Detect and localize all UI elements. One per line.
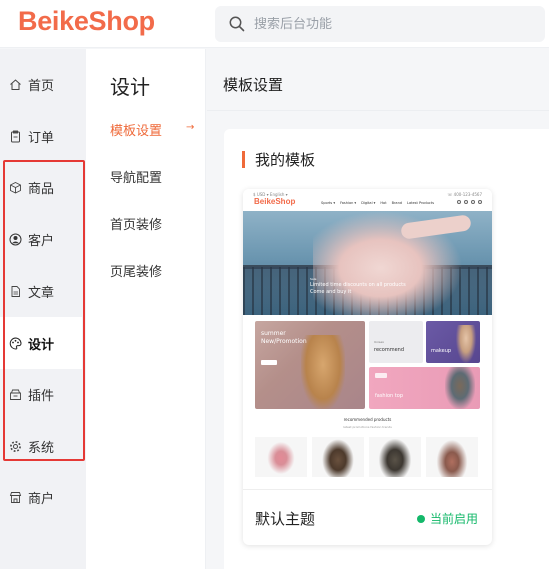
sidebar-item-merchants[interactable]: 商户 bbox=[0, 474, 86, 520]
sidebar-item-label: 首页 bbox=[28, 78, 55, 94]
card-title: 我的模板 bbox=[255, 151, 316, 169]
my-templates-card: 我的模板 $ USD ▾ English ▾ ☏ 400-123-4567 Be… bbox=[224, 129, 549, 569]
sidebar-item-label: 设计 bbox=[28, 337, 55, 353]
sidebar-item-articles[interactable]: 文章 bbox=[0, 268, 86, 314]
sidebar-item-label: 商户 bbox=[28, 491, 55, 507]
design-submenu: 设计 模板设置 → 导航配置 首页装修 页尾装修 bbox=[86, 49, 206, 569]
preview-tile-makeup: makeup bbox=[426, 321, 480, 363]
hero-line1: Limited time discounts on all products bbox=[310, 282, 406, 288]
recommended-tabs: latest promotions fashion trends bbox=[343, 425, 392, 429]
hero-caption: Limited time discounts on all products C… bbox=[310, 282, 406, 296]
template-footer: 默认主题 当前启用 bbox=[243, 489, 492, 545]
preview-nav-item: Fashion ▾ bbox=[340, 201, 357, 205]
sidebar-item-products[interactable]: 商品 bbox=[0, 164, 86, 210]
tile-line1: summer bbox=[261, 330, 286, 337]
status-dot-icon bbox=[417, 514, 425, 523]
sidebar-item-home[interactable]: 首页 bbox=[0, 61, 86, 107]
top-header: BeikeShop bbox=[0, 0, 549, 48]
recommended-title: recommended products bbox=[343, 417, 392, 422]
plugin-icon bbox=[8, 387, 22, 401]
document-icon bbox=[8, 284, 22, 298]
product-thumb bbox=[369, 437, 421, 477]
sidebar-item-label: 文章 bbox=[28, 285, 55, 301]
main-content: 模板设置 我的模板 $ USD ▾ English ▾ ☏ 400-123-45… bbox=[207, 49, 549, 569]
tile-tag bbox=[375, 373, 387, 378]
hero-line2: Come and buy it bbox=[310, 289, 352, 295]
preview-nav-item: Hot bbox=[380, 201, 387, 205]
preview-nav-icons bbox=[457, 200, 482, 204]
sidebar-item-design[interactable]: 设计 bbox=[0, 317, 82, 369]
page-title: 模板设置 bbox=[223, 76, 284, 94]
status-badge: 当前启用 bbox=[417, 510, 478, 527]
sidebar-item-orders[interactable]: 订单 bbox=[0, 113, 86, 159]
sidebar-item-system[interactable]: 系统 bbox=[0, 423, 86, 469]
search-icon bbox=[229, 16, 245, 32]
gear-icon bbox=[8, 439, 22, 453]
tile-small: Unisex bbox=[374, 340, 385, 344]
template-preview[interactable]: $ USD ▾ English ▾ ☏ 400-123-4567 BeikeSh… bbox=[243, 189, 492, 489]
sidebar-item-label: 订单 bbox=[28, 130, 55, 146]
tile-caption: makeup bbox=[431, 348, 452, 354]
preview-tile-fashion: fashion top bbox=[369, 367, 480, 409]
preview-nav: Sports ▾ Fashion ▾ Digital ▾ Hot Brand L… bbox=[321, 201, 434, 205]
search-input[interactable] bbox=[254, 16, 514, 32]
sidebar-item-label: 插件 bbox=[28, 388, 55, 404]
search-bar[interactable] bbox=[215, 6, 545, 42]
tile-caption: recommend bbox=[374, 347, 404, 353]
sidebar-item-plugins[interactable]: 插件 bbox=[0, 371, 86, 417]
product-thumb bbox=[255, 437, 307, 477]
preview-nav-item: Brand bbox=[391, 201, 403, 205]
model-image bbox=[456, 325, 476, 363]
home-icon bbox=[8, 77, 22, 91]
submenu-item-footer-decor[interactable]: 页尾装修 bbox=[110, 261, 200, 280]
template-name: 默认主题 bbox=[255, 510, 316, 528]
sidebar-item-label: 客户 bbox=[28, 233, 55, 249]
model-image bbox=[445, 367, 475, 409]
submenu-title: 设计 bbox=[110, 75, 150, 99]
sidebar-item-customers[interactable]: 客户 bbox=[0, 216, 86, 262]
brand-logo[interactable]: BeikeShop bbox=[18, 6, 155, 37]
divider bbox=[207, 110, 549, 111]
tile-line2: New/Promotion bbox=[261, 338, 307, 345]
clipboard-icon bbox=[8, 129, 22, 143]
preview-nav-item: Digital ▾ bbox=[361, 201, 376, 205]
preview-tile-recommend: Unisex recommend bbox=[369, 321, 423, 363]
tile-button bbox=[261, 360, 277, 365]
title-accent-bar bbox=[242, 151, 245, 168]
tile-caption: fashion top bbox=[375, 393, 403, 399]
status-label: 当前启用 bbox=[430, 512, 479, 526]
submenu-item-navigation[interactable]: 导航配置 bbox=[110, 167, 200, 186]
preview-phone: ☏ 400-123-4567 bbox=[447, 191, 482, 197]
arrow-right-icon: → bbox=[186, 122, 195, 133]
product-thumb bbox=[426, 437, 478, 477]
palette-icon bbox=[8, 336, 22, 350]
box-icon bbox=[8, 180, 22, 194]
sidebar-item-label: 商品 bbox=[28, 181, 55, 197]
submenu-item-homepage-decor[interactable]: 首页装修 bbox=[110, 214, 200, 233]
store-icon bbox=[8, 490, 22, 504]
preview-hero-banner: Sale Limited time discounts on all produ… bbox=[243, 211, 492, 315]
model-image bbox=[301, 335, 345, 409]
hero-small-label: Sale bbox=[310, 277, 317, 281]
product-thumb bbox=[312, 437, 364, 477]
preview-nav-item: Latest Products bbox=[407, 201, 435, 205]
main-sidebar: 首页 订单 商品 客户 文章 设计 插件 系统 商户 bbox=[0, 49, 86, 569]
preview-currency: $ USD ▾ English ▾ bbox=[253, 191, 288, 197]
tile-caption: summer New/Promotion bbox=[261, 330, 307, 346]
template-card[interactable]: $ USD ▾ English ▾ ☏ 400-123-4567 BeikeSh… bbox=[243, 189, 492, 545]
preview-logo: BeikeShop bbox=[254, 197, 296, 206]
preview-nav-item: Sports ▾ bbox=[321, 201, 336, 205]
sidebar-item-label: 系统 bbox=[28, 440, 55, 456]
user-circle-icon bbox=[8, 232, 22, 246]
preview-tile-summer: summer New/Promotion bbox=[255, 321, 365, 409]
